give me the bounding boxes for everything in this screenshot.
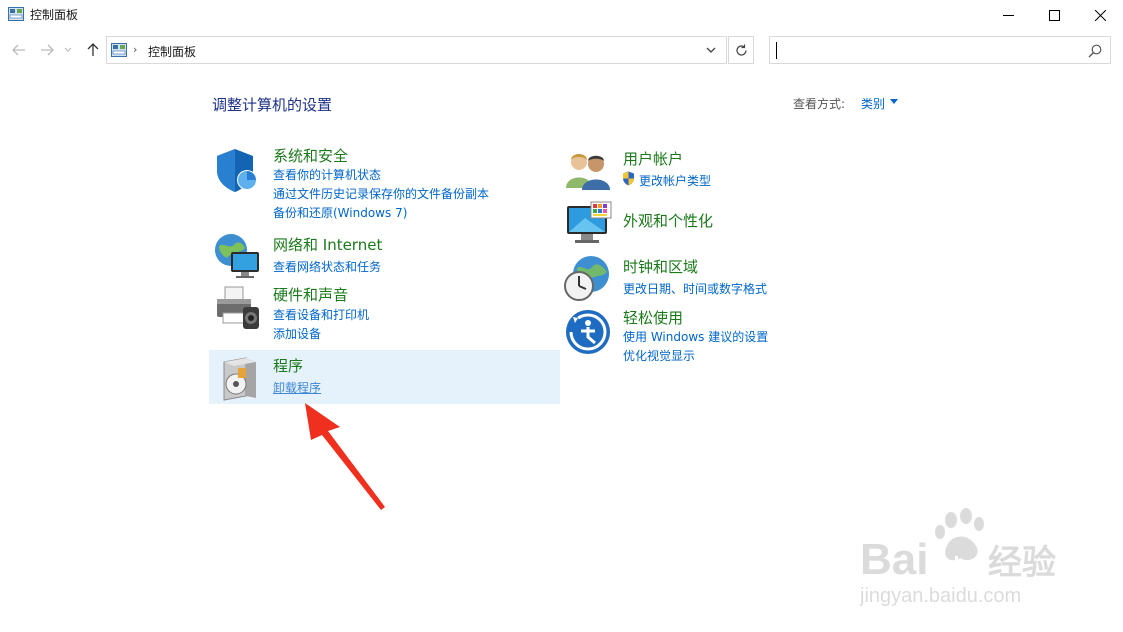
title-bar: 控制面板 (0, 0, 1123, 30)
link-add-device[interactable]: 添加设备 (273, 325, 321, 342)
refresh-icon (735, 44, 747, 56)
printer-icon (217, 286, 259, 329)
control-panel-icon (111, 43, 127, 57)
shield-icon (217, 149, 257, 192)
search-input[interactable] (769, 36, 1111, 64)
watermark-du: du (946, 552, 973, 577)
link-uninstall-program[interactable]: 卸载程序 (273, 379, 321, 396)
arrow-up-icon (87, 43, 99, 56)
minimize-button[interactable] (985, 0, 1031, 30)
link-devices-printers[interactable]: 查看设备和打印机 (273, 306, 369, 323)
accessibility-icon (566, 310, 610, 354)
link-change-account-type[interactable]: 更改帐户类型 (639, 172, 711, 189)
control-panel-icon (8, 7, 24, 21)
page-title: 调整计算机的设置 (212, 96, 333, 114)
chevron-down-icon[interactable] (705, 45, 717, 55)
window-title: 控制面板 (30, 8, 79, 22)
link-backup-restore[interactable]: 备份和还原(Windows 7) (273, 204, 407, 221)
watermark-brand: Bai (860, 535, 928, 584)
address-bar[interactable]: › 控制面板 (106, 36, 727, 64)
watermark-url: jingyan.baidu.com (859, 585, 1021, 607)
breadcrumb-separator: › (133, 43, 138, 56)
view-by-label: 查看方式: (793, 97, 846, 111)
forward-button[interactable] (37, 40, 57, 60)
watermark-cn: 经验 (988, 543, 1056, 583)
link-optimize-visual-display[interactable]: 优化视觉显示 (623, 347, 695, 364)
link-change-date-time-format[interactable]: 更改日期、时间或数字格式 (623, 280, 767, 297)
link-file-history[interactable]: 通过文件历史记录保存你的文件备份副本 (273, 185, 489, 202)
category-title[interactable]: 用户帐户 (623, 148, 683, 169)
category-title[interactable]: 程序 (273, 355, 303, 376)
close-icon (1094, 9, 1106, 21)
programs-disc-icon (223, 357, 256, 401)
arrow-left-icon (12, 44, 25, 56)
maximize-icon (1048, 9, 1060, 21)
monitor-palette-icon (567, 201, 612, 243)
category-title[interactable]: 系统和安全 (273, 145, 348, 166)
category-title[interactable]: 时钟和区域 (623, 256, 698, 277)
maximize-button[interactable] (1031, 0, 1077, 30)
clock-globe-icon (564, 256, 609, 301)
breadcrumb-item[interactable]: 控制面板 (148, 43, 196, 60)
category-title[interactable]: 硬件和声音 (273, 284, 348, 305)
link-network-status[interactable]: 查看网络状态和任务 (273, 258, 381, 275)
dropdown-arrow-icon[interactable] (890, 99, 898, 105)
up-button[interactable] (83, 40, 103, 60)
category-title[interactable]: 网络和 Internet (273, 234, 382, 255)
users-icon (566, 154, 610, 190)
close-button[interactable] (1077, 0, 1123, 30)
view-by-dropdown[interactable]: 类别 (861, 95, 885, 112)
search-icon[interactable] (1088, 44, 1102, 58)
recent-locations-button[interactable] (62, 40, 74, 60)
category-title[interactable]: 轻松使用 (623, 307, 683, 328)
chevron-down-icon (64, 47, 72, 52)
minimize-icon (1002, 14, 1014, 16)
link-view-computer-status[interactable]: 查看你的计算机状态 (273, 166, 381, 183)
baidu-jingyan-watermark: Bai du 经验 jingyan.baidu.com (859, 508, 1056, 607)
text-caret (776, 42, 777, 59)
refresh-button[interactable] (728, 36, 754, 64)
back-button[interactable] (9, 40, 29, 60)
arrow-right-icon (41, 44, 54, 56)
category-title[interactable]: 外观和个性化 (623, 210, 713, 231)
uac-shield-icon (623, 171, 634, 186)
link-windows-suggested-settings[interactable]: 使用 Windows 建议的设置 (623, 328, 768, 345)
annotation-arrow-icon (305, 403, 385, 510)
network-globe-icon (215, 234, 259, 278)
